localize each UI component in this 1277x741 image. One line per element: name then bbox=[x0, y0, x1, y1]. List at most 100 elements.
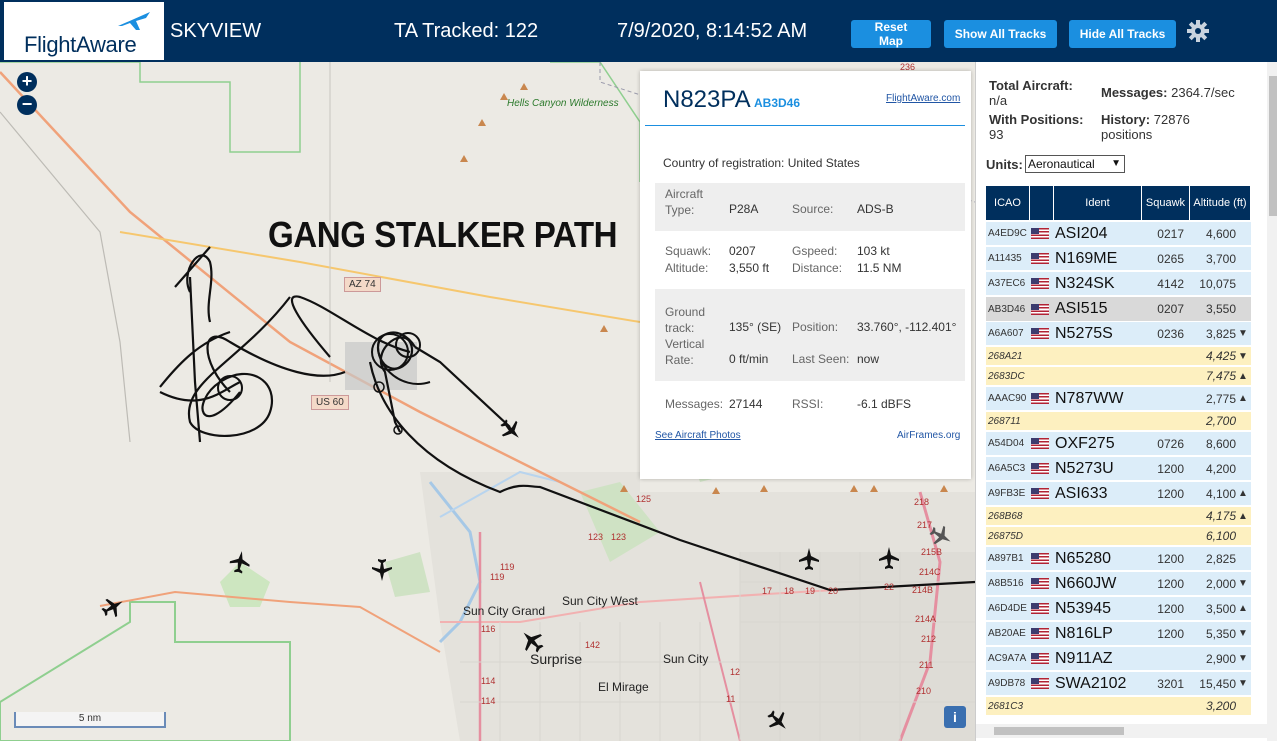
map-label-sun-city: Sun City bbox=[663, 652, 709, 666]
info-icon[interactable]: i bbox=[944, 706, 966, 728]
table-row[interactable]: 2681C3 3,200 bbox=[986, 697, 1251, 716]
plane-icon[interactable] bbox=[929, 524, 953, 548]
cell-icao: A6A607 bbox=[988, 328, 1024, 339]
plane-icon[interactable] bbox=[797, 547, 821, 571]
altitude-value: 6,100 bbox=[1205, 529, 1236, 543]
aircraft-type-block: Aircraft Type: P28A Source: ADS-B bbox=[655, 183, 965, 231]
road-shield-az74: AZ 74 bbox=[344, 277, 381, 292]
airframes-link[interactable]: AirFrames.org bbox=[897, 430, 960, 441]
column-header-ident[interactable]: Ident bbox=[1054, 186, 1142, 220]
table-row[interactable]: 26875D 6,100 bbox=[986, 527, 1251, 546]
table-row[interactable]: A8B516 N660JW 1200 2,000 ▼ bbox=[986, 572, 1251, 596]
zoom-in-button[interactable]: + bbox=[17, 72, 37, 92]
table-row[interactable]: A9FB3E ASI633 1200 4,100 ▲ bbox=[986, 482, 1251, 506]
show-all-tracks-button[interactable]: Show All Tracks bbox=[944, 20, 1057, 48]
table-row[interactable]: A4ED9C ASI204 0217 4,600 bbox=[986, 222, 1251, 246]
plane-icon[interactable] bbox=[877, 546, 901, 570]
cell-ident: OXF275 bbox=[1055, 434, 1115, 452]
cell-icao: A9FB3E bbox=[988, 488, 1026, 499]
cell-altitude: 2,775 ▲ bbox=[1191, 387, 1249, 410]
us-flag-icon bbox=[1031, 547, 1053, 570]
cell-ident: N816LP bbox=[1055, 624, 1113, 642]
table-row[interactable]: 268B68 4,175 ▲ bbox=[986, 507, 1251, 526]
zoom-out-button[interactable]: − bbox=[17, 95, 37, 115]
table-row[interactable]: 2683DC 7,475 ▲ bbox=[986, 367, 1251, 386]
ground-track-value: 135° (SE) bbox=[729, 320, 782, 334]
table-row[interactable]: A54D04 OXF275 0726 8,600 bbox=[986, 432, 1251, 456]
table-row[interactable]: A6A607 N5275S 0236 3,825 ▼ bbox=[986, 322, 1251, 346]
us-flag-icon bbox=[1031, 597, 1053, 620]
altitude-value: 3,825 bbox=[1205, 326, 1236, 341]
squawk-block: Squawk: 0207 Gspeed: 103 kt Altitude: 3,… bbox=[655, 237, 965, 285]
cell-icao: A9DB78 bbox=[988, 678, 1026, 689]
scrollbar-thumb[interactable] bbox=[1269, 76, 1277, 216]
flightaware-plane-icon bbox=[118, 12, 150, 30]
road-number: 214A bbox=[915, 614, 937, 624]
plane-icon[interactable] bbox=[519, 628, 545, 654]
cell-ident: N787WW bbox=[1055, 389, 1124, 407]
table-row[interactable]: 268711 2,700 bbox=[986, 412, 1251, 431]
plane-icon[interactable] bbox=[370, 558, 394, 582]
aircraft-photos-link[interactable]: See Aircraft Photos bbox=[655, 430, 741, 441]
cell-squawk: 1200 bbox=[1157, 601, 1184, 616]
gear-icon[interactable] bbox=[1186, 19, 1210, 43]
column-header-icao[interactable]: ICAO bbox=[986, 186, 1030, 220]
table-row[interactable]: 268A21 4,425 ▼ bbox=[986, 347, 1251, 366]
horizontal-scrollbar[interactable] bbox=[976, 724, 1267, 738]
table-row[interactable]: AC9A7A N911AZ 2,900 ▼ bbox=[986, 647, 1251, 671]
plane-icon[interactable] bbox=[766, 709, 790, 733]
vertical-scrollbar[interactable] bbox=[1267, 62, 1277, 741]
history-unit: positions bbox=[1101, 127, 1153, 142]
table-row[interactable]: A37EC6 N324SK 4142 10,075 bbox=[986, 272, 1251, 296]
cell-squawk: 4142 bbox=[1157, 276, 1184, 291]
road-number: 119 bbox=[500, 562, 515, 572]
altitude-value: 3,550 bbox=[1205, 302, 1236, 316]
table-row[interactable]: AAAC90 N787WW 2,775 ▲ bbox=[986, 387, 1251, 411]
altitude-label: Altitude: bbox=[665, 261, 709, 275]
flightaware-logo[interactable]: FlightAware bbox=[4, 2, 164, 60]
table-row[interactable]: A897B1 N65280 1200 2,825 bbox=[986, 547, 1251, 571]
altitude-value: 3,550 ft bbox=[729, 261, 770, 275]
cell-squawk bbox=[1142, 412, 1187, 430]
column-header-altitude[interactable]: Altitude (ft) bbox=[1190, 186, 1251, 220]
cell-icao: 268A21 bbox=[988, 350, 1023, 362]
altitude-value: 2,000 bbox=[1205, 576, 1236, 591]
column-header-flag[interactable] bbox=[1030, 186, 1054, 220]
altitude-value: 2,775 bbox=[1205, 391, 1236, 406]
us-flag-icon bbox=[1031, 432, 1053, 455]
road-number: 214B bbox=[912, 585, 934, 595]
table-row[interactable]: AB3D46 ASI515 0207 3,550 bbox=[986, 297, 1251, 322]
history-label: History: bbox=[1101, 112, 1151, 127]
plane-icon[interactable] bbox=[101, 595, 125, 619]
road-number: 218 bbox=[914, 497, 930, 507]
table-row[interactable]: A6A5C3 N5273U 1200 4,200 bbox=[986, 457, 1251, 481]
cell-icao: A897B1 bbox=[988, 553, 1024, 564]
aircraft-hex: AB3D46 bbox=[754, 96, 801, 110]
vertical-rate-value: 0 ft/min bbox=[729, 352, 769, 366]
reset-map-button[interactable]: Reset Map bbox=[851, 20, 931, 48]
table-row[interactable]: A9DB78 SWA2102 3201 15,450 ▼ bbox=[986, 672, 1251, 696]
plane-icon[interactable] bbox=[499, 418, 523, 442]
map-scale: 5 nm bbox=[14, 712, 166, 728]
cell-altitude: 8,600 bbox=[1191, 432, 1249, 455]
column-header-squawk[interactable]: Squawk bbox=[1142, 186, 1190, 220]
road-number: 215B bbox=[921, 547, 943, 557]
table-row[interactable]: A11435 N169ME 0265 3,700 bbox=[986, 247, 1251, 271]
trend-icon: ▼ bbox=[1238, 350, 1248, 362]
us-flag-icon bbox=[1031, 387, 1053, 410]
plane-icon[interactable] bbox=[228, 550, 252, 574]
us-flag-icon bbox=[1031, 572, 1053, 595]
table-row[interactable]: AB20AE N816LP 1200 5,350 ▼ bbox=[986, 622, 1251, 646]
units-select[interactable]: Aeronautical ▼ bbox=[1025, 155, 1125, 173]
road-number: 116 bbox=[481, 624, 496, 634]
table-row[interactable]: A6D4DE N53945 1200 3,500 ▲ bbox=[986, 597, 1251, 621]
cell-squawk: 0217 bbox=[1157, 226, 1184, 241]
cell-icao: A4ED9C bbox=[988, 228, 1027, 239]
us-flag-icon bbox=[1031, 322, 1053, 345]
cell-squawk bbox=[1142, 647, 1187, 670]
flightaware-link[interactable]: FlightAware.com bbox=[886, 93, 960, 104]
aircraft-type-label: Aircraft Type: bbox=[665, 187, 704, 217]
cell-squawk: 1200 bbox=[1157, 576, 1184, 591]
hide-all-tracks-button[interactable]: Hide All Tracks bbox=[1069, 20, 1176, 48]
scrollbar-thumb[interactable] bbox=[994, 727, 1124, 735]
